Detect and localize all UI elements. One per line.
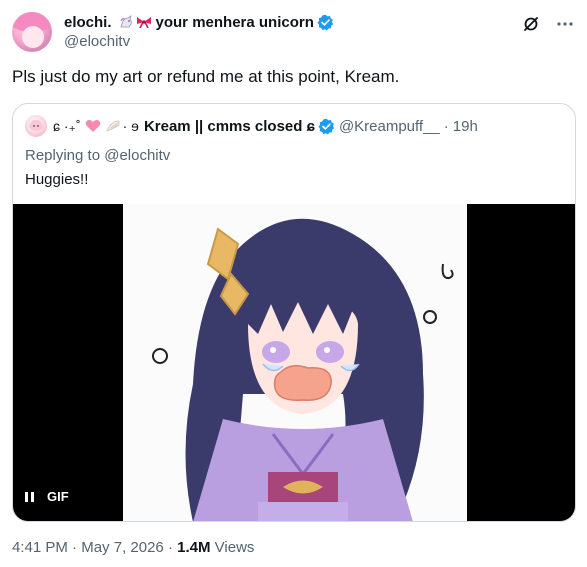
gif-frame[interactable] (123, 204, 467, 521)
gif-illustration (152, 218, 454, 521)
quoted-separator: · (443, 117, 449, 135)
gif-label: GIF (47, 489, 69, 504)
tweet-date[interactable]: May 7, 2026 (81, 539, 164, 556)
quoted-verified-badge-icon (318, 118, 335, 134)
quoted-media[interactable]: GIF (13, 204, 575, 521)
quoted-author-avatar[interactable] (25, 115, 47, 137)
quoted-handle[interactable]: @Kreampuff__ (339, 118, 440, 135)
quoted-name-prefix: · ɘ (122, 118, 139, 134)
meta-separator-2: · (167, 539, 173, 556)
ribbon-icon (136, 17, 151, 28)
quoted-tweet-text: Huggies!! (25, 171, 89, 188)
quoted-tweet-header: ɕ ·₊˚ · ɘ Kream || cmms closed ɕ @Kreamp… (25, 115, 478, 137)
quoted-name-deco: ɕ ·₊˚ (53, 117, 81, 134)
unicorn-icon (119, 15, 132, 28)
quoted-tweet[interactable]: ɕ ·₊˚ · ɘ Kream || cmms closed ɕ @Kreamp… (12, 103, 576, 522)
tweet-time[interactable]: 4:41 PM (12, 539, 68, 556)
author-name-suffix[interactable]: your menhera unicorn (156, 14, 314, 31)
grok-icon[interactable] (521, 14, 541, 34)
author-display-name[interactable]: elochi. (64, 14, 112, 31)
avatar-face (22, 26, 44, 48)
meta-separator: · (72, 539, 78, 556)
tweet-top-actions (521, 14, 575, 34)
verified-badge-icon (317, 14, 334, 30)
tweet-text: Pls just do my art or refund me at this … (12, 67, 400, 86)
pause-icon[interactable] (25, 491, 35, 502)
tweet-meta: 4:41 PM · May 7, 2026 · 1.4M Views (12, 539, 254, 556)
author-name-row[interactable]: elochi. your menhera unicorn (64, 12, 504, 32)
quoted-avatar-art-icon (29, 119, 43, 131)
author-handle[interactable]: @elochitv (64, 33, 504, 50)
gif-badge[interactable]: GIF (25, 489, 69, 504)
heart-icon (85, 119, 100, 132)
more-icon[interactable] (555, 14, 575, 34)
views-count[interactable]: 1.4M (177, 539, 210, 556)
quoted-display-name[interactable]: Kream || cmms closed ɕ (144, 118, 315, 135)
quoted-timestamp[interactable]: 19h (453, 118, 478, 135)
replying-to: Replying to @elochitv (25, 147, 171, 164)
tweet-header: elochi. your menhera unicorn @elochitv (64, 12, 504, 50)
wing-icon (105, 120, 120, 132)
author-avatar[interactable] (12, 12, 52, 52)
views-label: Views (214, 539, 255, 556)
